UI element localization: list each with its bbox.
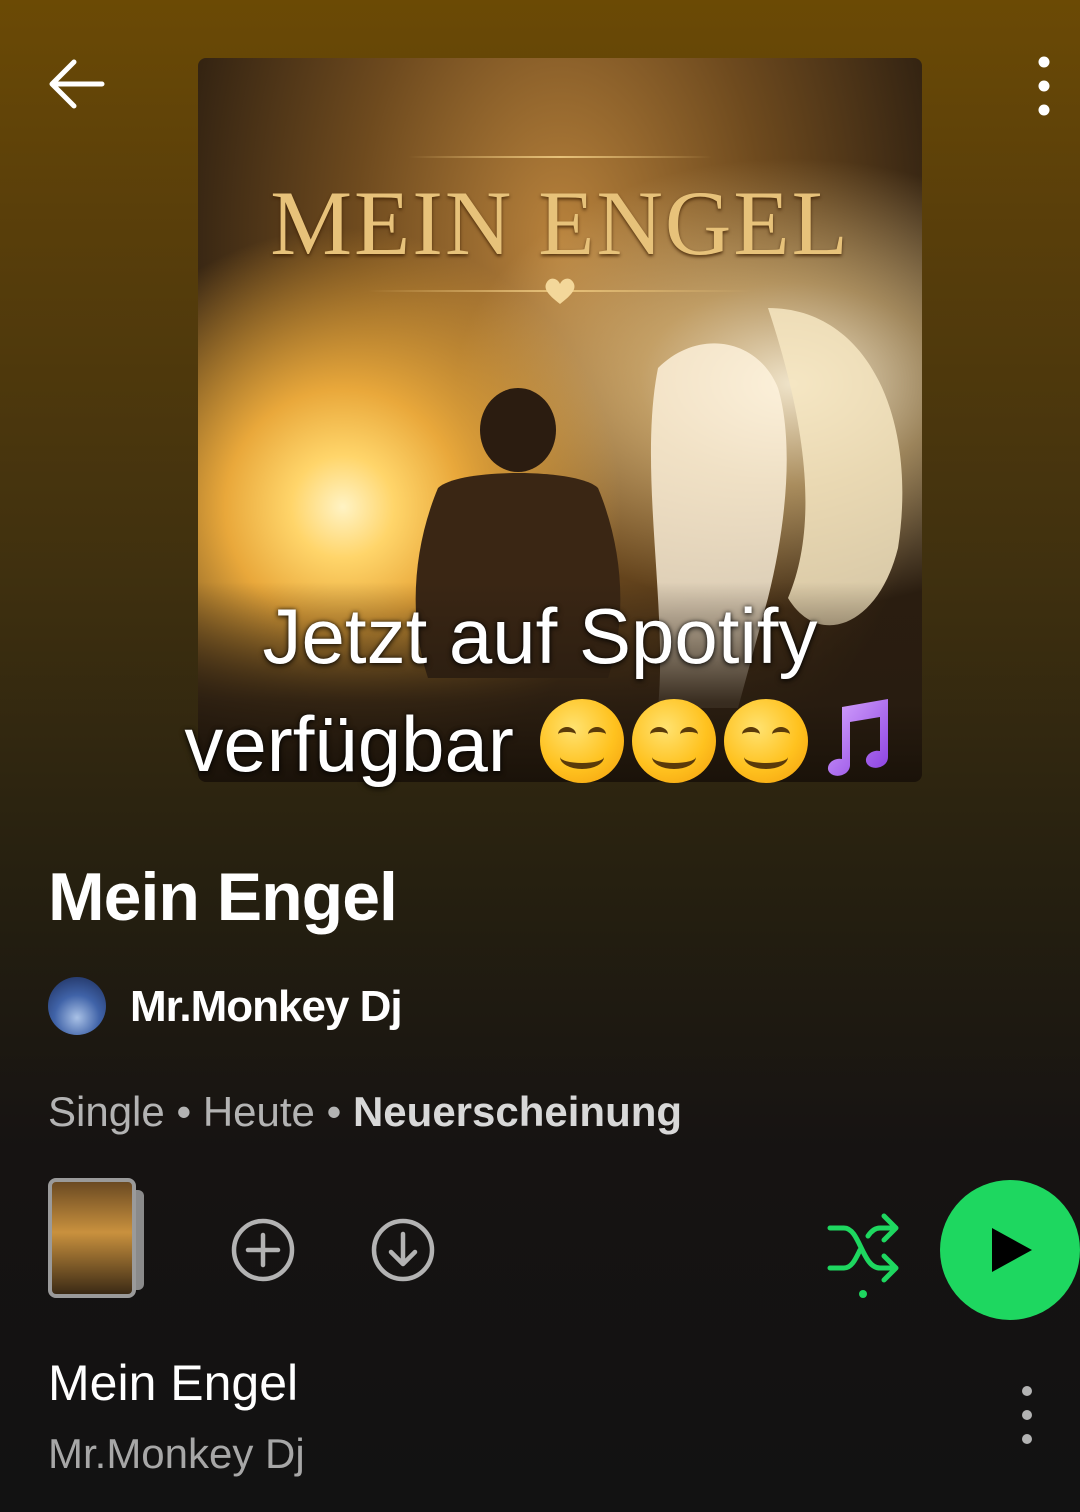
overlay-caption: Jetzt auf Spotify verfügbar — [150, 582, 930, 798]
smiling-face-emoji-icon — [631, 699, 716, 783]
play-button[interactable] — [940, 1180, 1080, 1320]
arrow-left-icon — [49, 59, 105, 109]
add-to-library-button[interactable] — [230, 1217, 296, 1283]
more-options-button[interactable] — [1012, 52, 1076, 120]
ornament-line — [408, 156, 712, 158]
artist-name-link[interactable]: Mr.Monkey Dj — [130, 982, 403, 1032]
shuffle-button[interactable] — [826, 1212, 902, 1302]
release-date: Heute — [202, 1088, 315, 1135]
back-button[interactable] — [40, 48, 112, 120]
overlay-caption-line2-row: verfügbar — [150, 690, 930, 798]
album-title: Mein Engel — [48, 859, 398, 935]
release-type: Single — [48, 1088, 165, 1135]
artist-avatar[interactable] — [48, 977, 106, 1035]
more-vertical-icon — [1038, 56, 1050, 116]
track-artist: Mr.Monkey Dj — [48, 1430, 305, 1477]
play-icon — [992, 1228, 1032, 1272]
track-more-options-button[interactable] — [1000, 1380, 1054, 1450]
mini-cover-preview-button[interactable] — [48, 1178, 148, 1298]
track-title[interactable]: Mein Engel — [48, 1354, 298, 1412]
meta-separator: • — [326, 1088, 342, 1135]
overlay-caption-line1: Jetzt auf Spotify — [262, 592, 818, 680]
smiling-face-emoji-icon — [723, 699, 808, 783]
meta-separator: • — [176, 1088, 192, 1135]
more-vertical-icon — [1022, 1386, 1032, 1444]
download-circle-icon — [371, 1218, 435, 1282]
new-release-badge: Neuerscheinung — [352, 1088, 683, 1135]
heart-ornament-icon — [545, 278, 575, 304]
album-meta: Single • Heute • Neuerscheinung — [48, 1088, 682, 1136]
mini-cover-front — [48, 1178, 136, 1298]
cover-art-title: MEIN ENGEL — [270, 172, 850, 274]
smiling-face-emoji-icon — [539, 699, 624, 783]
plus-circle-icon — [231, 1218, 295, 1282]
overlay-caption-line2: verfügbar — [184, 700, 514, 788]
shuffle-icon — [827, 1213, 899, 1298]
download-button[interactable] — [370, 1217, 436, 1283]
music-notes-emoji-icon — [827, 699, 888, 776]
